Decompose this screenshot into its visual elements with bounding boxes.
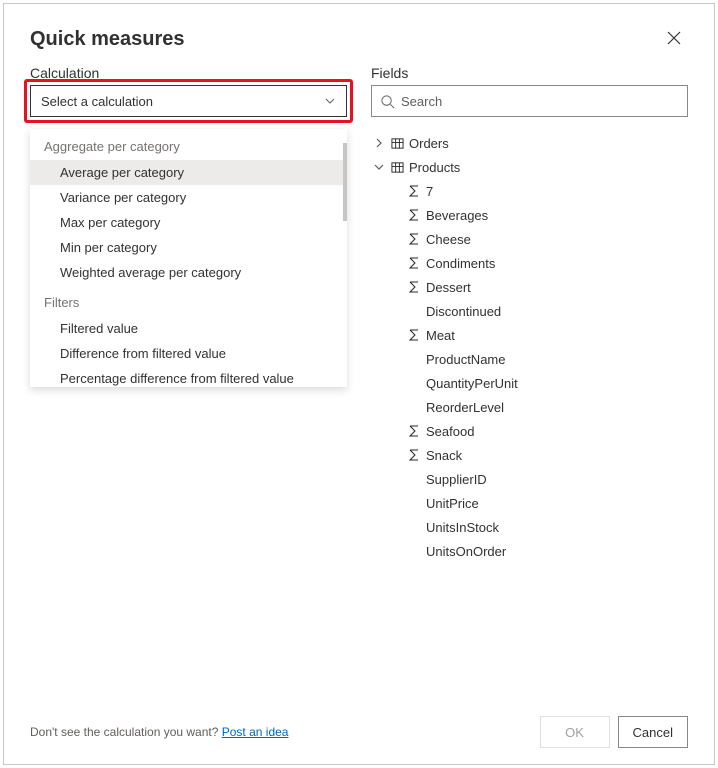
tree-item-label: ProductName — [426, 352, 505, 367]
search-icon — [380, 94, 395, 109]
dialog-body: Calculation Select a calculation Aggrega… — [4, 65, 714, 702]
dropdown-option[interactable]: Min per category — [30, 235, 347, 260]
tree-field-node[interactable]: QuantityPerUnit — [371, 371, 688, 395]
footer-prompt-text: Don't see the calculation you want? — [30, 725, 222, 739]
fields-search-box[interactable] — [371, 85, 688, 117]
tree-field-node[interactable]: ReorderLevel — [371, 395, 688, 419]
table-icon — [390, 136, 404, 150]
tree-field-node[interactable]: Snack — [371, 443, 688, 467]
tree-field-node[interactable]: ProductName — [371, 347, 688, 371]
tree-field-node[interactable]: Seafood — [371, 419, 688, 443]
tree-field-node[interactable]: 7 — [371, 179, 688, 203]
fields-column: Fields Orders Products 7 Beverages Cheese Con… — [371, 65, 688, 702]
footer-buttons: OK Cancel — [540, 716, 688, 748]
search-input[interactable] — [401, 94, 679, 109]
sigma-icon — [407, 232, 421, 246]
sigma-icon — [407, 328, 421, 342]
tree-table-node[interactable]: Products — [371, 155, 688, 179]
tree-field-node[interactable]: UnitPrice — [371, 491, 688, 515]
tree-item-label: Dessert — [426, 280, 471, 295]
tree-item-label: Beverages — [426, 208, 488, 223]
close-icon — [666, 30, 682, 46]
tree-item-label: Meat — [426, 328, 455, 343]
chevron-down-icon — [373, 161, 385, 173]
tree-field-node[interactable]: UnitsInStock — [371, 515, 688, 539]
tree-field-node[interactable]: Beverages — [371, 203, 688, 227]
close-button[interactable] — [662, 26, 686, 53]
fields-label: Fields — [371, 65, 688, 81]
calculation-select-wrap: Select a calculation Aggregate per categ… — [30, 85, 347, 117]
sigma-icon — [407, 208, 421, 222]
tree-field-node[interactable]: Dessert — [371, 275, 688, 299]
dropdown-option[interactable]: Difference from filtered value — [30, 341, 347, 366]
dialog-header: Quick measures — [4, 4, 714, 65]
dropdown-option[interactable]: Max per category — [30, 210, 347, 235]
sigma-icon — [407, 184, 421, 198]
dialog-footer: Don't see the calculation you want? Post… — [4, 702, 714, 764]
tree-field-node[interactable]: SupplierID — [371, 467, 688, 491]
tree-item-label: ReorderLevel — [426, 400, 504, 415]
dropdown-option[interactable]: Percentage difference from filtered valu… — [30, 366, 347, 387]
tree-item-label: UnitsOnOrder — [426, 544, 506, 559]
calculation-dropdown[interactable]: Aggregate per categoryAverage per catego… — [30, 129, 347, 387]
calculation-label: Calculation — [30, 65, 347, 81]
sigma-icon — [407, 448, 421, 462]
tree-item-label: QuantityPerUnit — [426, 376, 518, 391]
tree-item-label: Discontinued — [426, 304, 501, 319]
tree-field-node[interactable]: Discontinued — [371, 299, 688, 323]
footer-prompt: Don't see the calculation you want? Post… — [30, 725, 288, 739]
dropdown-option[interactable]: Weighted average per category — [30, 260, 347, 285]
sigma-icon — [407, 280, 421, 294]
tree-field-node[interactable]: UnitsOnOrder — [371, 539, 688, 563]
fields-tree: Orders Products 7 Beverages Cheese Condiments… — [371, 131, 688, 563]
chevron-right-icon — [373, 137, 385, 149]
tree-field-node[interactable]: Condiments — [371, 251, 688, 275]
tree-item-label: Products — [409, 160, 460, 175]
dropdown-option[interactable]: Filtered value — [30, 316, 347, 341]
dropdown-scrollbar[interactable] — [343, 143, 347, 221]
ok-button[interactable]: OK — [540, 716, 610, 748]
tree-item-label: SupplierID — [426, 472, 487, 487]
cancel-button[interactable]: Cancel — [618, 716, 688, 748]
sigma-icon — [407, 424, 421, 438]
sigma-icon — [407, 256, 421, 270]
chevron-down-icon — [324, 95, 336, 107]
dropdown-group-header: Filters — [30, 285, 347, 316]
calculation-column: Calculation Select a calculation Aggrega… — [30, 65, 347, 702]
tree-item-label: Seafood — [426, 424, 474, 439]
tree-field-node[interactable]: Meat — [371, 323, 688, 347]
dropdown-option[interactable]: Average per category — [30, 160, 347, 185]
tree-item-label: UnitsInStock — [426, 520, 499, 535]
tree-item-label: Condiments — [426, 256, 495, 271]
calculation-select-text: Select a calculation — [41, 94, 153, 109]
tree-item-label: Orders — [409, 136, 449, 151]
tree-item-label: 7 — [426, 184, 433, 199]
tree-table-node[interactable]: Orders — [371, 131, 688, 155]
quick-measures-dialog: Quick measures Calculation Select a calc… — [3, 3, 715, 765]
tree-item-label: UnitPrice — [426, 496, 479, 511]
dropdown-group-header: Aggregate per category — [30, 129, 347, 160]
tree-field-node[interactable]: Cheese — [371, 227, 688, 251]
table-icon — [390, 160, 404, 174]
tree-item-label: Snack — [426, 448, 462, 463]
post-idea-link[interactable]: Post an idea — [222, 725, 289, 739]
tree-item-label: Cheese — [426, 232, 471, 247]
dialog-title: Quick measures — [30, 28, 185, 51]
calculation-select[interactable]: Select a calculation — [30, 85, 347, 117]
dropdown-option[interactable]: Variance per category — [30, 185, 347, 210]
